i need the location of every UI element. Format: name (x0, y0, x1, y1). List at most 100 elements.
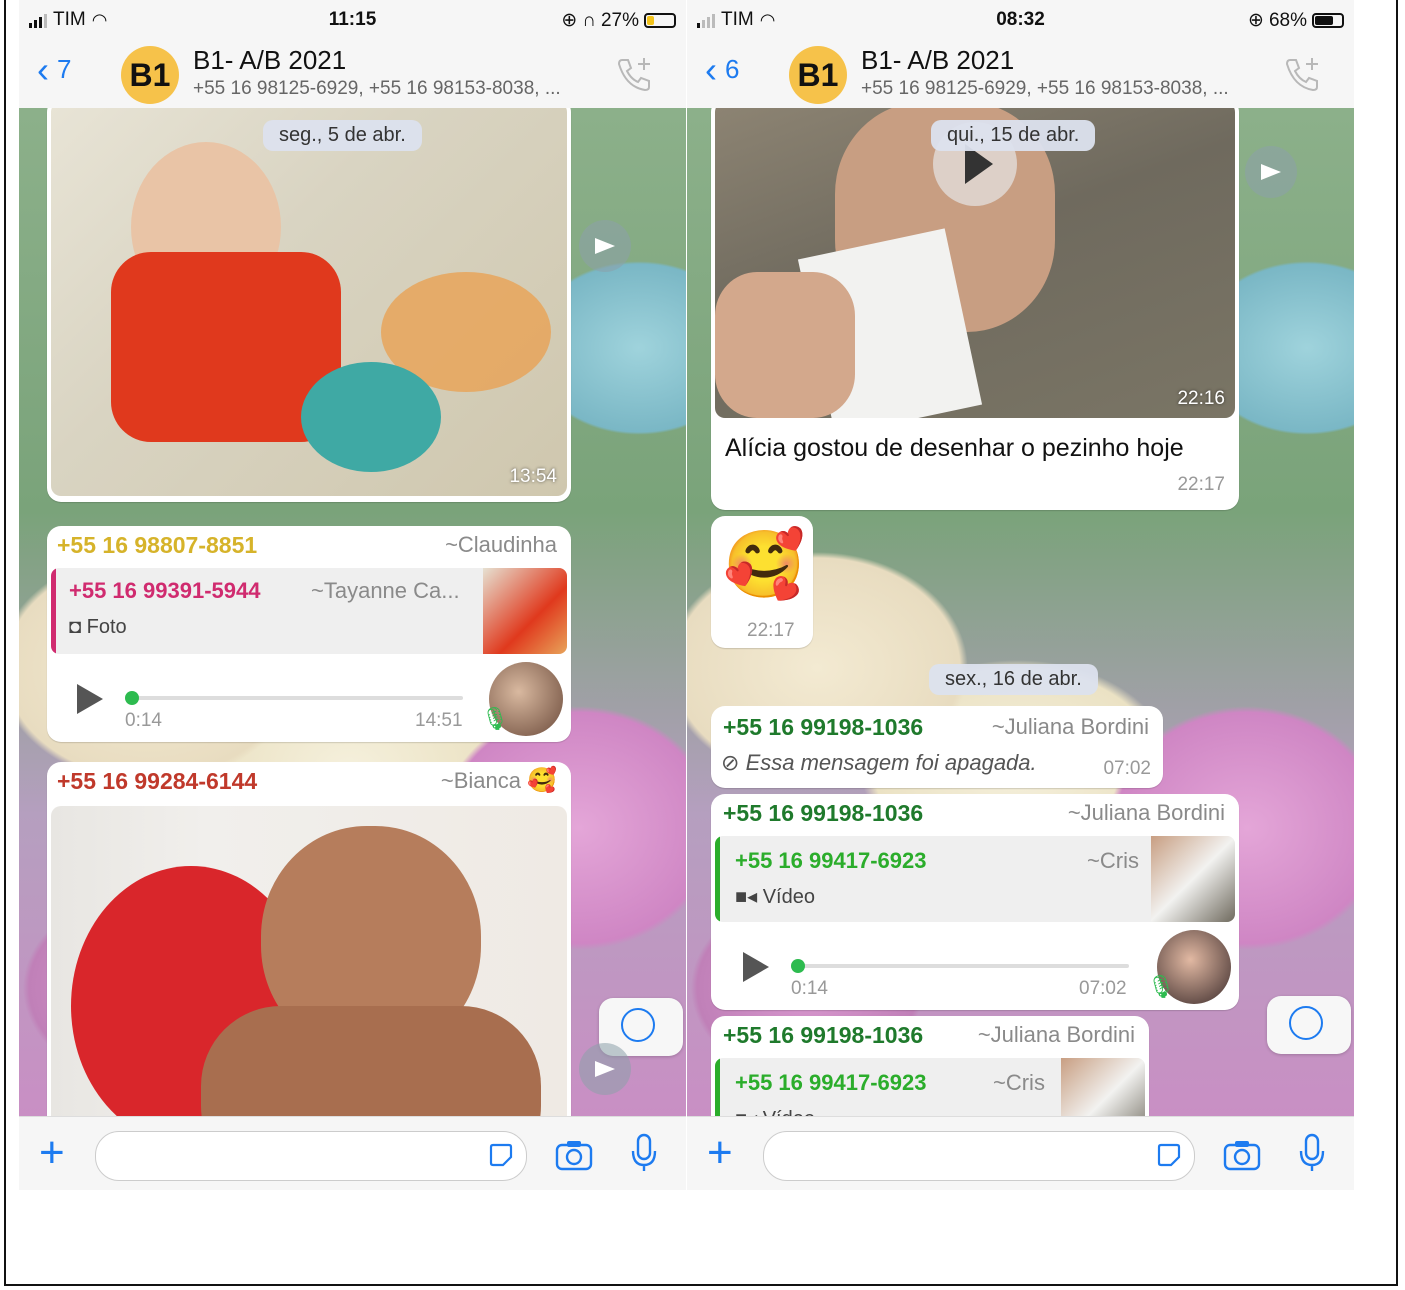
orientation-lock-icon: ⊕ (561, 10, 578, 31)
unread-count: 7 (57, 54, 72, 84)
quote-thumbnail (1061, 1058, 1145, 1116)
status-bar: TIM ◠ 08:32 ⊕ 68% (687, 0, 1354, 40)
deleted-text: Essa mensagem foi apagada. (745, 750, 1037, 775)
group-avatar[interactable]: B1 (121, 46, 179, 104)
forward-icon[interactable] (579, 1043, 631, 1095)
orientation-lock-icon: ⊕ (1248, 10, 1264, 31)
attach-plus-icon[interactable]: + (707, 1131, 733, 1175)
play-button[interactable] (743, 952, 769, 982)
sticker-icon[interactable] (1156, 1142, 1182, 1168)
emoji-message[interactable]: 🥰 22:17 (711, 516, 813, 648)
chevron-down-icon (1289, 1006, 1323, 1040)
group-members: +55 16 98125-6929, +55 16 98153-8038, ..… (193, 78, 561, 99)
voice-duration: 0:14 (125, 710, 162, 731)
photo-bowl-teal (301, 362, 441, 472)
blocked-icon: ⊘ (721, 750, 740, 775)
quote-thumbnail (483, 568, 567, 654)
quote-bar (715, 836, 720, 922)
forward-icon[interactable] (579, 220, 631, 272)
quote-thumbnail (1151, 836, 1235, 922)
sender-alias: ~Juliana Bordini (991, 714, 1149, 739)
group-members: +55 16 98125-6929, +55 16 98153-8038, ..… (861, 78, 1229, 99)
group-avatar[interactable]: B1 (789, 46, 847, 104)
message-input[interactable] (95, 1131, 527, 1181)
play-button[interactable] (77, 684, 103, 714)
deleted-message[interactable]: +55 16 99198-1036 ~Juliana Bordini ⊘ Ess… (711, 706, 1163, 788)
phone-left: TIM ◠ 11:15 ⊕ ∩ 27% ‹ 7 B1 B1- A/B 2021 +5… (19, 0, 686, 1190)
quote-sender: +55 16 99391-5944 (69, 578, 261, 603)
message-time: 13:54 (509, 466, 557, 487)
camera-icon[interactable] (1223, 1139, 1261, 1171)
video-message[interactable]: 22:16 Alícia gostou de desenhar o pezinh… (711, 108, 1239, 510)
group-title[interactable]: B1- A/B 2021 (861, 45, 1014, 76)
video-icon: ■◂ (735, 1108, 757, 1116)
message-time: 07:02 (1103, 758, 1151, 779)
sender-name[interactable]: +55 16 98807-8851 (57, 532, 257, 559)
baby-photo[interactable]: 13:54 (51, 108, 567, 496)
photo-message[interactable]: 13:54 (47, 108, 571, 502)
headphones-icon: ∩ (582, 9, 596, 31)
attach-plus-icon[interactable]: + (39, 1131, 65, 1175)
chat-header: ‹ 7 B1 B1- A/B 2021 +55 16 98125-6929, +5… (19, 40, 686, 109)
mic-icon: 🎙 (481, 706, 509, 731)
photo-body (201, 1006, 541, 1116)
photo-message[interactable]: +55 16 99284-6144 ~Bianca 🥰 (47, 762, 571, 1116)
quoted-message[interactable]: +55 16 99417-6923 ~Cris ■◂ Vídeo (715, 836, 1235, 922)
quote-alias: ~Cris (993, 1070, 1045, 1095)
date-chip: qui., 15 de abr. (931, 120, 1096, 151)
message-input[interactable] (763, 1131, 1195, 1181)
add-call-icon[interactable] (1282, 54, 1322, 94)
quote-type: Vídeo (763, 1108, 815, 1116)
unread-count: 6 (725, 54, 740, 84)
camera-icon[interactable] (555, 1139, 593, 1171)
voice-progress-track[interactable] (127, 696, 463, 700)
sender-name[interactable]: +55 16 99198-1036 (723, 1022, 923, 1049)
message-time: 22:17 (747, 620, 795, 641)
quote-type-row: ■◂ Vídeo (735, 884, 815, 909)
back-button[interactable]: ‹ 6 (705, 48, 740, 90)
quote-type-row: ■◂ Vídeo (735, 1106, 815, 1116)
mic-icon: 🎙 (1147, 974, 1175, 999)
chevron-left-icon: ‹ (705, 48, 717, 90)
chat-area[interactable]: 13:54 seg., 5 de abr. +55 16 98807-8851 … (19, 108, 686, 1116)
baby-photo[interactable] (51, 806, 567, 1116)
voice-progress-track[interactable] (793, 964, 1129, 968)
quote-alias: ~Tayanne Ca... (311, 578, 460, 603)
chat-area[interactable]: 22:16 Alícia gostou de desenhar o pezinh… (687, 108, 1354, 1116)
date-chip: sex., 16 de abr. (929, 664, 1098, 695)
deleted-text-row: ⊘ Essa mensagem foi apagada. (721, 750, 1037, 776)
quote-sender: +55 16 99417-6923 (735, 848, 927, 873)
voice-progress-knob[interactable] (125, 691, 139, 705)
microphone-icon[interactable] (631, 1133, 657, 1173)
back-button[interactable]: ‹ 7 (37, 48, 72, 90)
reply-message[interactable]: +55 16 99198-1036 ~Juliana Bordini +55 1… (711, 1016, 1149, 1116)
scroll-down-button[interactable] (1267, 996, 1351, 1054)
group-title[interactable]: B1- A/B 2021 (193, 45, 346, 76)
sticker-icon[interactable] (488, 1142, 514, 1168)
battery-icon (1312, 13, 1344, 28)
reply-voice-message[interactable]: +55 16 99198-1036 ~Juliana Bordini +55 1… (711, 794, 1239, 1010)
sender-name[interactable]: +55 16 99198-1036 (723, 714, 923, 741)
add-call-icon[interactable] (614, 54, 654, 94)
forward-icon[interactable] (1245, 146, 1297, 198)
camera-icon: ◘ (69, 616, 82, 638)
sender-alias: ~Bianca (440, 768, 521, 793)
chevron-left-icon: ‹ (37, 48, 49, 90)
video-thumbnail[interactable]: 22:16 (715, 108, 1235, 418)
composer-bar: + (19, 1116, 686, 1190)
voice-progress-knob[interactable] (791, 959, 805, 973)
quote-bar (715, 1058, 720, 1116)
message-time: 07:02 (1079, 978, 1127, 999)
battery-percent: 27% (600, 9, 639, 31)
sender-name[interactable]: +55 16 99198-1036 (723, 800, 923, 827)
smiling-face-hearts-icon: 🥰 (527, 767, 557, 794)
reply-voice-message[interactable]: +55 16 98807-8851 ~Claudinha +55 16 9939… (47, 526, 571, 742)
voice-duration: 0:14 (791, 978, 828, 999)
smiling-face-hearts-icon: 🥰 (723, 527, 806, 601)
microphone-icon[interactable] (1299, 1133, 1325, 1173)
sender-alias: ~Claudinha (445, 532, 557, 557)
sender-name[interactable]: +55 16 99284-6144 (57, 768, 257, 795)
quoted-message[interactable]: +55 16 99391-5944 ~Tayanne Ca... ◘ Foto (51, 568, 567, 654)
quoted-message[interactable]: +55 16 99417-6923 ~Cris ■◂ Vídeo (715, 1058, 1145, 1116)
message-time: 22:16 (1177, 388, 1225, 409)
